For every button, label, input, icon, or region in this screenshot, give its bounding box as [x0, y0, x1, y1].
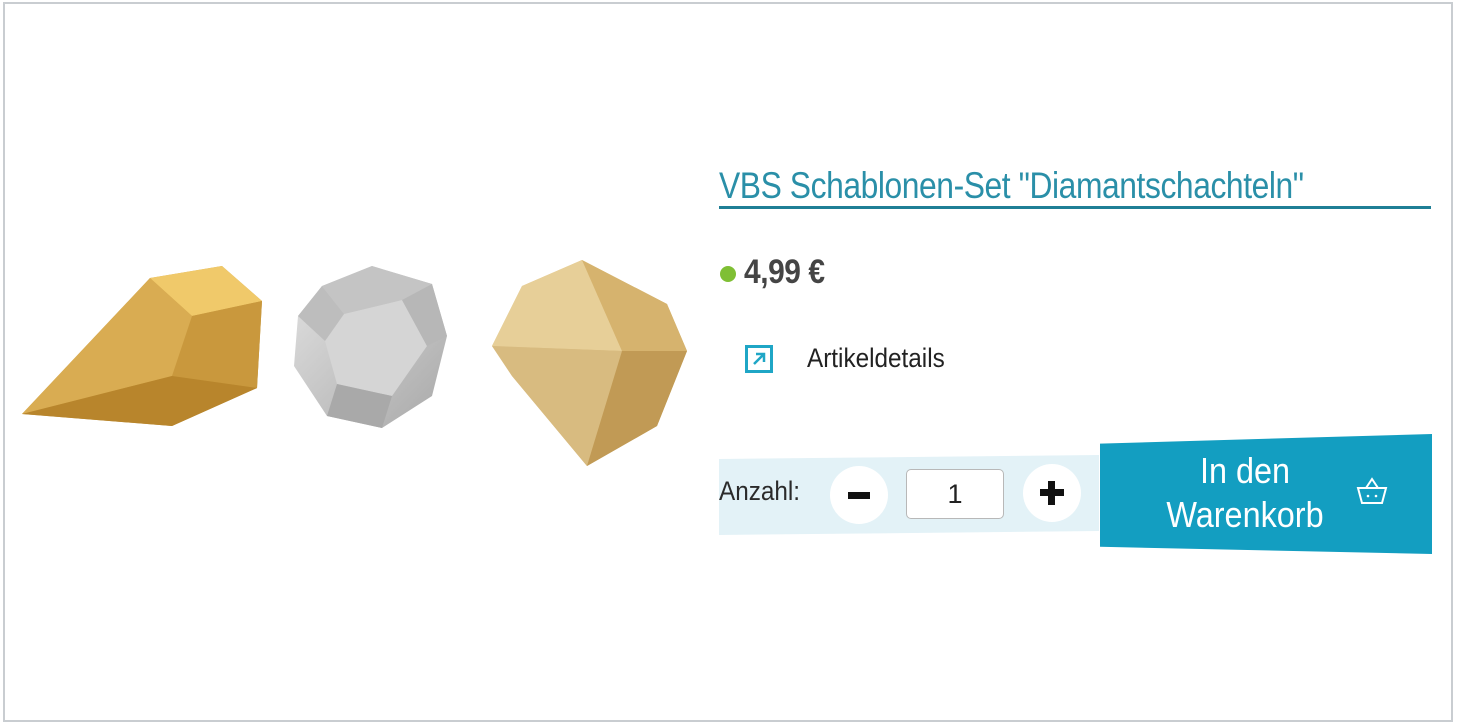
add-to-cart-label-line1: In den	[1199, 450, 1291, 491]
product-title-link[interactable]: VBS Schablonen-Set "Diamantschachteln"	[719, 160, 1304, 212]
article-details-link[interactable]: Artikeldetails	[745, 343, 960, 374]
availability-dot-icon	[720, 265, 736, 282]
basket-icon	[1356, 477, 1388, 504]
product-image[interactable]	[22, 256, 692, 471]
minus-icon	[848, 491, 870, 499]
external-arrow-icon	[745, 344, 773, 373]
add-to-cart-label: In den Warenkorb	[1151, 449, 1340, 537]
quantity-label: Anzahl:	[719, 476, 801, 506]
quantity-input[interactable]	[906, 469, 1004, 519]
price-row: 4,99 €	[720, 253, 836, 292]
quantity-decrease-button[interactable]	[830, 466, 888, 524]
add-to-cart-label-line2: Warenkorb	[1166, 494, 1324, 535]
title-underline	[719, 206, 1431, 209]
diamond-boxes-illustration	[22, 260, 687, 466]
quantity-increase-button[interactable]	[1023, 464, 1081, 522]
plus-icon	[1040, 481, 1064, 505]
product-price: 4,99 €	[744, 253, 825, 291]
article-details-label: Artikeldetails	[807, 343, 945, 373]
